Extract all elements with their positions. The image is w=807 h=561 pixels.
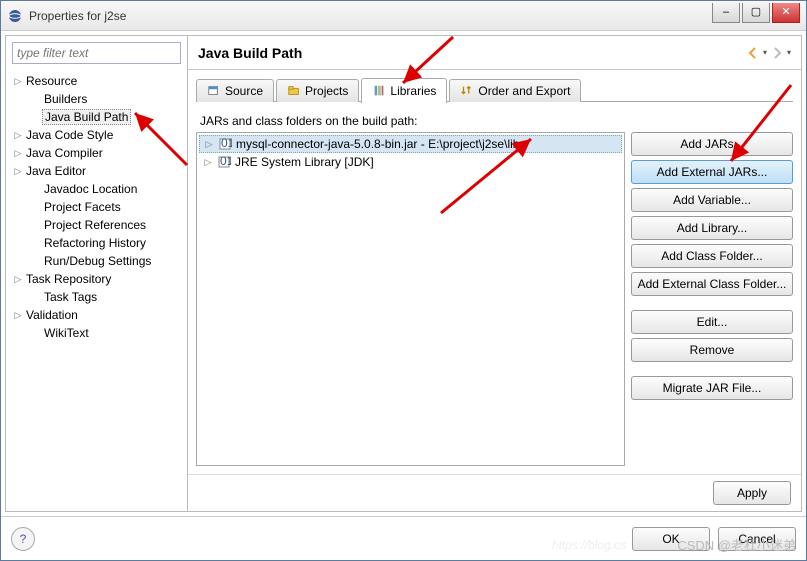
- tree-twisty-icon[interactable]: ▷: [203, 157, 213, 168]
- back-icon[interactable]: [745, 45, 761, 61]
- sidebar-item[interactable]: Javadoc Location: [6, 180, 187, 198]
- tabs: Source Projects Libraries Order and Export: [196, 78, 793, 102]
- sidebar-item-label: Validation: [24, 308, 80, 322]
- sidebar-item-label: WikiText: [42, 326, 91, 340]
- forward-menu-icon[interactable]: ▾: [787, 48, 791, 57]
- sidebar-item-label: Java Build Path: [42, 109, 131, 125]
- svg-text:010: 010: [220, 155, 231, 168]
- apply-button[interactable]: Apply: [713, 481, 791, 505]
- tree-twisty-icon[interactable]: ▷: [204, 139, 214, 150]
- migrate-jar-button[interactable]: Migrate JAR File...: [631, 376, 793, 400]
- tab-label: Source: [225, 84, 263, 98]
- tab-label: Projects: [305, 84, 348, 98]
- tab-icon: [372, 84, 386, 98]
- tab-label: Libraries: [390, 84, 436, 98]
- jar-item[interactable]: ▷ 010 mysql-connector-java-5.0.8-bin.jar -…: [199, 135, 622, 153]
- add-external-class-folder-button[interactable]: Add External Class Folder...: [631, 272, 793, 296]
- tree-twisty-icon[interactable]: ▷: [12, 148, 24, 159]
- cancel-button[interactable]: Cancel: [718, 527, 796, 551]
- sidebar-item-label: Javadoc Location: [42, 182, 139, 196]
- sidebar-item[interactable]: Project References: [6, 216, 187, 234]
- tree-twisty-icon[interactable]: ▷: [12, 166, 24, 177]
- jar-label: JRE System Library [JDK]: [235, 155, 374, 169]
- sidebar-item[interactable]: Refactoring History: [6, 234, 187, 252]
- tree-twisty-icon[interactable]: ▷: [12, 76, 24, 87]
- back-menu-icon[interactable]: ▾: [763, 48, 767, 57]
- sidebar-item-label: Task Repository: [24, 272, 113, 286]
- sidebar-item[interactable]: ▷Resource: [6, 72, 187, 90]
- sidebar-item[interactable]: Run/Debug Settings: [6, 252, 187, 270]
- maximize-button[interactable]: ▢: [742, 3, 770, 23]
- sidebar-item[interactable]: Project Facets: [6, 198, 187, 216]
- window-title: Properties for j2se: [29, 9, 712, 23]
- tab[interactable]: Order and Export: [449, 79, 581, 102]
- sidebar-item-label: Refactoring History: [42, 236, 148, 250]
- sidebar-item-label: Java Compiler: [24, 146, 105, 160]
- edit-button[interactable]: Edit...: [631, 310, 793, 334]
- tree-twisty-icon[interactable]: ▷: [12, 274, 24, 285]
- tab[interactable]: Libraries: [361, 78, 447, 103]
- sidebar-item-label: Java Editor: [24, 164, 88, 178]
- sidebar-item[interactable]: Java Build Path: [6, 108, 187, 126]
- jar-item[interactable]: ▷ 010 JRE System Library [JDK]: [199, 153, 622, 171]
- svg-text:010: 010: [221, 137, 232, 150]
- sidebar-item-label: Builders: [42, 92, 89, 106]
- tab-label: Order and Export: [478, 84, 570, 98]
- jar-icon: 010: [218, 137, 232, 151]
- jar-label: mysql-connector-java-5.0.8-bin.jar - E:\…: [236, 137, 519, 151]
- titlebar: Properties for j2se – ▢ ✕: [1, 1, 806, 31]
- sidebar: ▷ResourceBuildersJava Build Path▷Java Co…: [6, 36, 188, 511]
- add-jars-button[interactable]: Add JARs...: [631, 132, 793, 156]
- sidebar-item[interactable]: Builders: [6, 90, 187, 108]
- forward-icon[interactable]: [769, 45, 785, 61]
- tab-icon: [207, 84, 221, 98]
- ok-button[interactable]: OK: [632, 527, 710, 551]
- page-title: Java Build Path: [198, 45, 745, 61]
- sidebar-item[interactable]: ▷Java Code Style: [6, 126, 187, 144]
- add-library-button[interactable]: Add Library...: [631, 216, 793, 240]
- jar-list[interactable]: ▷ 010 mysql-connector-java-5.0.8-bin.jar -…: [196, 132, 625, 466]
- sidebar-item[interactable]: ▷Java Editor: [6, 162, 187, 180]
- tab-icon: [460, 84, 474, 98]
- sidebar-item-label: Project Facets: [42, 200, 123, 214]
- list-description: JARs and class folders on the build path…: [190, 114, 801, 128]
- minimize-button[interactable]: –: [712, 3, 740, 23]
- add-variable-button[interactable]: Add Variable...: [631, 188, 793, 212]
- sidebar-item[interactable]: WikiText: [6, 324, 187, 342]
- add-external-jars-button[interactable]: Add External JARs...: [631, 160, 793, 184]
- tree-twisty-icon[interactable]: ▷: [12, 310, 24, 321]
- sidebar-item-label: Run/Debug Settings: [42, 254, 153, 268]
- sidebar-item-label: Resource: [24, 74, 79, 88]
- sidebar-item[interactable]: Task Tags: [6, 288, 187, 306]
- sidebar-item[interactable]: ▷Task Repository: [6, 270, 187, 288]
- tab[interactable]: Projects: [276, 79, 359, 102]
- help-icon[interactable]: ?: [11, 527, 35, 551]
- add-class-folder-button[interactable]: Add Class Folder...: [631, 244, 793, 268]
- remove-button[interactable]: Remove: [631, 338, 793, 362]
- tree-twisty-icon[interactable]: ▷: [12, 130, 24, 141]
- sidebar-item-label: Project References: [42, 218, 148, 232]
- sidebar-item[interactable]: ▷Validation: [6, 306, 187, 324]
- close-button[interactable]: ✕: [772, 3, 800, 23]
- sidebar-item[interactable]: ▷Java Compiler: [6, 144, 187, 162]
- property-tree[interactable]: ▷ResourceBuildersJava Build Path▷Java Co…: [6, 70, 187, 511]
- sidebar-item-label: Java Code Style: [24, 128, 115, 142]
- tab[interactable]: Source: [196, 79, 274, 102]
- filter-input[interactable]: [12, 42, 181, 64]
- jar-icon: 010: [217, 155, 231, 169]
- sidebar-item-label: Task Tags: [42, 290, 99, 304]
- tab-icon: [287, 84, 301, 98]
- eclipse-icon: [7, 8, 23, 24]
